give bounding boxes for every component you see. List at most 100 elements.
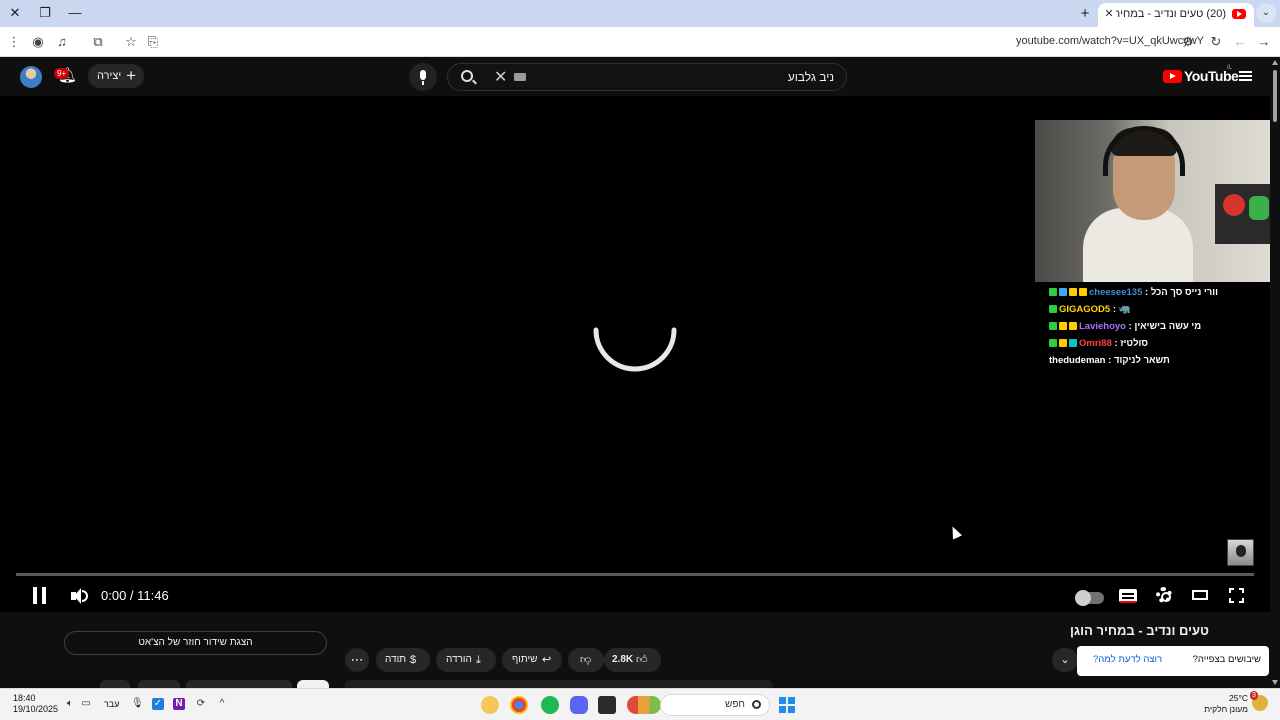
video-title: טעים ונדיב - במחיר הוגן xyxy=(1070,623,1209,638)
headset-icon xyxy=(1103,126,1185,176)
mouse-cursor-icon xyxy=(947,524,963,540)
menu-dots-icon[interactable]: ⋮ xyxy=(5,33,23,51)
scroll-down-icon[interactable] xyxy=(1272,680,1278,685)
stream-chat-line: cheesee135 : וורי נייס סך הכל xyxy=(1049,287,1269,304)
spotify-icon[interactable] xyxy=(541,696,559,714)
scroll-up-icon[interactable] xyxy=(1272,60,1278,65)
stream-chat-line: GIGAGOD5 : 🦏 xyxy=(1049,304,1269,321)
thumbs-up-icon: 👍︎ xyxy=(636,654,648,666)
thumbs-down-icon: 👎︎ xyxy=(580,654,592,666)
tray-expand-chevron-icon[interactable]: ^ xyxy=(216,698,228,710)
chat-badge-icon xyxy=(1059,322,1067,331)
sync-icon[interactable]: ⟳ xyxy=(195,698,207,710)
chat-username: Omri88 xyxy=(1079,338,1112,349)
stream-chat-overlay: cheesee135 : וורי נייס סך הכל GIGAGOD5 : … xyxy=(1049,287,1269,372)
file-app-icon[interactable] xyxy=(598,696,616,714)
like-button[interactable]: 2.8K 👍︎ xyxy=(604,648,661,672)
create-label: יצירה xyxy=(97,70,122,82)
toast-learn-more-link[interactable]: רוצה לדעת למה? xyxy=(1093,654,1162,665)
profile-icon[interactable]: ◉ xyxy=(29,33,47,51)
browser-toolbar: ⋮ ◉ ♫ ⧉ ☆ ⎘ youtube.com/watch?v=UX_qkUwc… xyxy=(0,27,1280,57)
tab-close-icon[interactable]: ✕ xyxy=(1102,7,1116,20)
forward-icon[interactable]: ← xyxy=(1231,33,1249,51)
voice-search-mic-icon[interactable] xyxy=(409,63,437,91)
screenshot-icon[interactable]: ⎘ xyxy=(144,33,162,51)
video-player[interactable]: cheesee135 : וורי נייס סך הכל GIGAGOD5 : … xyxy=(0,96,1280,612)
dislike-button[interactable]: 👎︎ xyxy=(568,648,604,672)
bookmark-star-icon[interactable]: ☆ xyxy=(122,33,140,51)
thanks-label: תודה xyxy=(385,654,407,665)
keyboard-icon[interactable] xyxy=(514,73,526,81)
extensions-icon[interactable]: ⧉ xyxy=(89,33,107,51)
browser-tab[interactable]: ✕ (20) טעים ונדיב - במחיר הוגן - xyxy=(1098,3,1254,27)
taskbar-clock[interactable]: 18:40 19/10/2025 xyxy=(13,693,58,715)
chrome-icon[interactable] xyxy=(510,696,528,714)
autoplay-toggle[interactable] xyxy=(1075,590,1104,606)
create-button[interactable]: יצירה + xyxy=(88,64,144,88)
media-controls-icon[interactable]: ♫ xyxy=(53,33,71,51)
minimize-window-icon[interactable]: — xyxy=(65,4,85,22)
share-label: שיתוף xyxy=(512,654,538,665)
discord-icon[interactable] xyxy=(570,696,588,714)
taskbar-search[interactable]: חפש xyxy=(660,694,770,716)
clear-search-icon[interactable]: ✕ xyxy=(494,67,507,87)
chat-message: תשאר לניקוד xyxy=(1113,355,1170,366)
reload-icon[interactable]: ↻ xyxy=(1207,33,1225,51)
share-button[interactable]: שיתוף ↩ xyxy=(502,648,562,672)
show-chat-replay-button[interactable]: הצגת שידור חוזר של הצ'אט xyxy=(64,631,327,655)
chat-message: 🦏 xyxy=(1118,304,1131,315)
pause-button[interactable] xyxy=(32,587,47,604)
restore-window-icon[interactable]: ❐ xyxy=(35,4,55,22)
progress-bar[interactable] xyxy=(16,573,1254,576)
close-window-icon[interactable]: ✕ xyxy=(5,4,25,22)
chat-message: וורי נייס סך הכל xyxy=(1150,287,1219,298)
scroll-thumb[interactable] xyxy=(1273,70,1277,122)
chat-username: GIGAGOD5 xyxy=(1059,304,1111,315)
chat-badge-icon xyxy=(1059,288,1067,297)
tab-search-icon[interactable]: ⌄ xyxy=(1256,3,1276,23)
page-scrollbar[interactable] xyxy=(1270,58,1280,688)
back-icon[interactable]: → xyxy=(1255,33,1273,51)
onenote-icon[interactable]: N xyxy=(173,698,185,710)
channel-watermark[interactable] xyxy=(1227,539,1254,566)
clock-time: 18:40 xyxy=(13,693,36,703)
speaker-icon[interactable]: 🔈︎ xyxy=(64,698,76,710)
download-arrow-icon: ⤓ xyxy=(476,654,481,666)
fullscreen-button[interactable] xyxy=(1229,588,1244,603)
defender-icon[interactable]: ✓ xyxy=(152,698,164,710)
thanks-button[interactable]: $ תודה xyxy=(376,648,430,672)
toast-message: שיבושים בצפייה? xyxy=(1192,654,1261,665)
youtube-country-code: IL xyxy=(1227,65,1233,71)
chat-username: thedudeman xyxy=(1049,355,1106,366)
subtitles-button[interactable] xyxy=(1119,589,1137,603)
download-button[interactable]: הורדה ⤓ xyxy=(436,648,496,672)
chat-badge-icon xyxy=(1069,288,1077,297)
windows-start-icon[interactable] xyxy=(779,697,795,713)
youtube-logo[interactable]: YouTube IL xyxy=(1163,65,1243,88)
account-avatar[interactable] xyxy=(20,66,42,88)
fruit-app-icon[interactable] xyxy=(627,696,661,714)
microphone-icon[interactable]: 🎙︎ xyxy=(131,698,144,710)
new-tab-button[interactable]: + xyxy=(1078,5,1092,22)
app-emoji-icon[interactable] xyxy=(481,696,499,714)
language-indicator[interactable]: עבר xyxy=(104,699,119,709)
chevron-down-icon[interactable]: ⌄ xyxy=(1052,648,1078,672)
more-actions-button[interactable]: ⋯ xyxy=(345,648,369,672)
chat-badge-icon xyxy=(1049,305,1057,314)
like-count: 2.8K xyxy=(612,654,634,665)
chat-badge-icon xyxy=(1069,339,1077,348)
weather-widget[interactable]: 25°C מעונן חלקית xyxy=(1203,693,1248,715)
settings-gear-icon[interactable] xyxy=(1156,587,1172,603)
network-icon[interactable]: ▭ xyxy=(80,698,92,710)
search-input[interactable]: ✕ ניב גלבוע xyxy=(447,63,847,91)
address-bar[interactable]: youtube.com/watch?v=UX_qkUwcywY xyxy=(1016,35,1204,47)
game-controller-shelf xyxy=(1215,184,1275,244)
chat-separator: : xyxy=(1110,304,1119,315)
plus-icon: + xyxy=(126,66,136,85)
search-icon[interactable] xyxy=(461,70,473,82)
chat-separator: : xyxy=(1105,355,1114,366)
stream-chat-line: Omri88 : סולטיז xyxy=(1049,338,1269,355)
theater-mode-button[interactable] xyxy=(1192,590,1208,600)
site-settings-icon[interactable]: ⚙ xyxy=(1179,33,1197,51)
guide-menu-icon[interactable] xyxy=(1239,71,1252,81)
